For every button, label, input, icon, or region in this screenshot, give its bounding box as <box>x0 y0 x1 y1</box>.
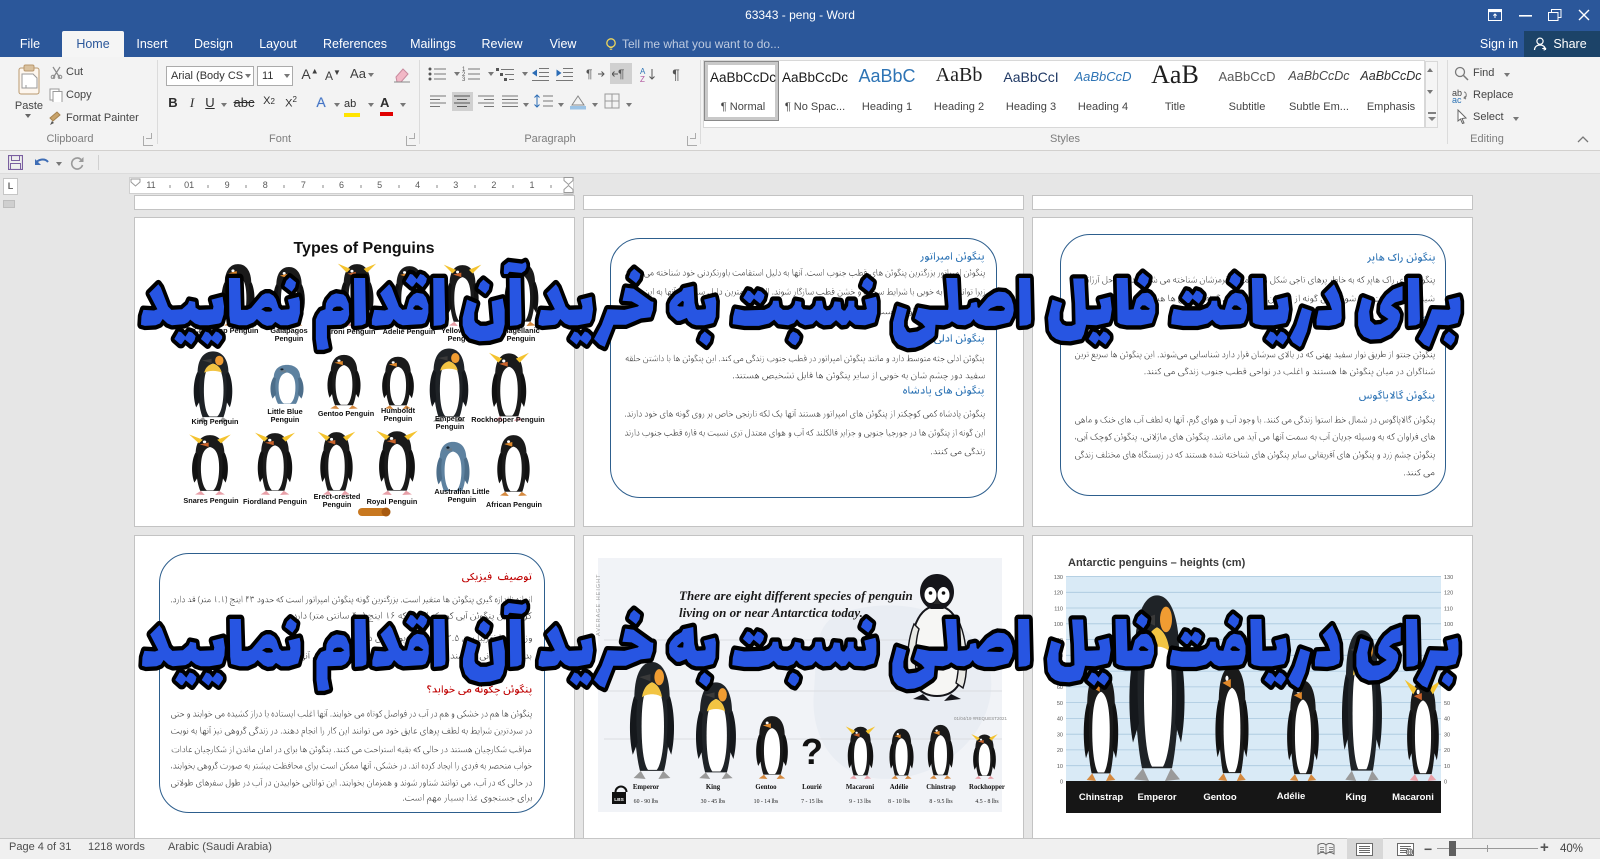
svg-text:Emperor: Emperor <box>1137 792 1176 803</box>
svg-text:Emperor: Emperor <box>633 784 659 791</box>
svg-text:Rockhopper Penguin: Rockhopper Penguin <box>471 415 544 424</box>
svg-text:Types of Penguins: Types of Penguins <box>293 240 434 257</box>
svg-text:100: 100 <box>1054 622 1063 628</box>
svg-text:Z: Z <box>640 75 645 82</box>
svg-text:01/04/19 #REQUEST2021: 01/04/19 #REQUEST2021 <box>954 716 1008 721</box>
svg-text:Penguin: Penguin <box>275 334 304 343</box>
svg-text:Gentoo: Gentoo <box>1203 792 1236 803</box>
svg-text:70: 70 <box>1444 669 1450 675</box>
svg-text:60 - 90 lbs: 60 - 90 lbs <box>634 799 659 805</box>
svg-text:Adelie Penguin: Adelie Penguin <box>383 327 436 336</box>
svg-text:8 - 10 lbs: 8 - 10 lbs <box>888 799 910 805</box>
svg-text:20: 20 <box>1444 748 1450 754</box>
svg-text:110: 110 <box>1444 606 1453 612</box>
svg-text:50: 50 <box>1057 701 1063 707</box>
svg-text:Fiordland Penguin: Fiordland Penguin <box>243 497 307 506</box>
svg-text:Chinstrap Penguin: Chinstrap Penguin <box>194 326 259 335</box>
svg-text:living on or near Antarctica t: living on or near Antarctica today. <box>679 605 863 620</box>
svg-text:10 - 14 lbs: 10 - 14 lbs <box>754 799 779 805</box>
svg-text:Antarctic penguins – heights (: Antarctic penguins – heights (cm) <box>1068 557 1246 569</box>
svg-text:Macaroni: Macaroni <box>1392 792 1434 803</box>
svg-text:King: King <box>1345 792 1366 803</box>
svg-text:African Penguin: African Penguin <box>486 500 542 509</box>
svg-text:¶: ¶ <box>586 67 592 81</box>
svg-text:LBS: LBS <box>614 797 624 803</box>
svg-text:Snares Penguin: Snares Penguin <box>183 496 238 505</box>
svg-text:70: 70 <box>1057 669 1063 675</box>
svg-text:110: 110 <box>1054 606 1063 612</box>
svg-text:8 - 9.5 lbs: 8 - 9.5 lbs <box>929 799 953 805</box>
svg-text:Gentoo: Gentoo <box>755 784 777 791</box>
svg-text:80: 80 <box>1057 654 1063 660</box>
svg-text:ac: ac <box>1452 95 1462 103</box>
svg-text:9 - 13 lbs: 9 - 13 lbs <box>849 799 871 805</box>
svg-text:King Penguin: King Penguin <box>191 417 238 426</box>
svg-text:Penguin: Penguin <box>448 495 477 504</box>
svg-text:?: ? <box>801 731 823 772</box>
svg-text:90: 90 <box>1444 638 1450 644</box>
svg-text:Lourié: Lourié <box>802 784 822 791</box>
svg-text:There are eight different spec: There are eight different species of pen… <box>679 588 913 603</box>
svg-text:30: 30 <box>1057 732 1063 738</box>
svg-text:40: 40 <box>1444 717 1450 723</box>
svg-text:120: 120 <box>1444 591 1453 597</box>
svg-text:4.5 - 8 lbs: 4.5 - 8 lbs <box>975 799 999 805</box>
svg-text:60: 60 <box>1057 685 1063 691</box>
svg-text:Gentoo Penguin: Gentoo Penguin <box>318 409 374 418</box>
svg-text:130: 130 <box>1054 575 1063 581</box>
svg-text:50: 50 <box>1444 701 1450 707</box>
svg-text:Chinstrap: Chinstrap <box>1079 792 1124 803</box>
svg-text:0: 0 <box>1060 780 1063 786</box>
svg-text:130: 130 <box>1444 575 1453 581</box>
svg-text:Penguin: Penguin <box>448 334 477 343</box>
svg-text:100: 100 <box>1444 622 1453 628</box>
svg-text:120: 120 <box>1054 591 1063 597</box>
svg-text:Penguin: Penguin <box>323 500 352 509</box>
svg-text:Macaroni Penguin: Macaroni Penguin <box>313 327 376 336</box>
svg-text:40: 40 <box>1057 717 1063 723</box>
svg-text:7 - 15 lbs: 7 - 15 lbs <box>801 799 823 805</box>
svg-text:90: 90 <box>1057 638 1063 644</box>
svg-text:0: 0 <box>1444 780 1447 786</box>
svg-text:¶: ¶ <box>618 67 624 81</box>
svg-text:30: 30 <box>1444 732 1450 738</box>
svg-text:AVERAGE HEIGHT: AVERAGE HEIGHT <box>596 574 602 637</box>
svg-text:80: 80 <box>1444 654 1450 660</box>
svg-text:King: King <box>706 784 721 791</box>
svg-text:Penguin: Penguin <box>436 422 465 431</box>
svg-text:Rockhopper: Rockhopper <box>969 784 1005 791</box>
svg-text:10: 10 <box>1444 764 1450 770</box>
svg-text:Chinstrap: Chinstrap <box>926 784 956 791</box>
svg-text:Penguin: Penguin <box>384 414 413 423</box>
svg-text:10: 10 <box>1057 764 1063 770</box>
svg-text:60: 60 <box>1444 685 1450 691</box>
svg-text:Adélie: Adélie <box>1277 791 1306 802</box>
svg-text:Penguin: Penguin <box>271 415 300 424</box>
svg-text:20: 20 <box>1057 748 1063 754</box>
svg-text:Macaroni: Macaroni <box>846 784 874 791</box>
svg-text:Royal Penguin: Royal Penguin <box>367 497 418 506</box>
svg-text:Adélie: Adélie <box>890 784 909 791</box>
svg-text:30 - 45 lbs: 30 - 45 lbs <box>701 799 726 805</box>
svg-text:3: 3 <box>462 77 466 82</box>
svg-text:Penguin: Penguin <box>507 334 536 343</box>
